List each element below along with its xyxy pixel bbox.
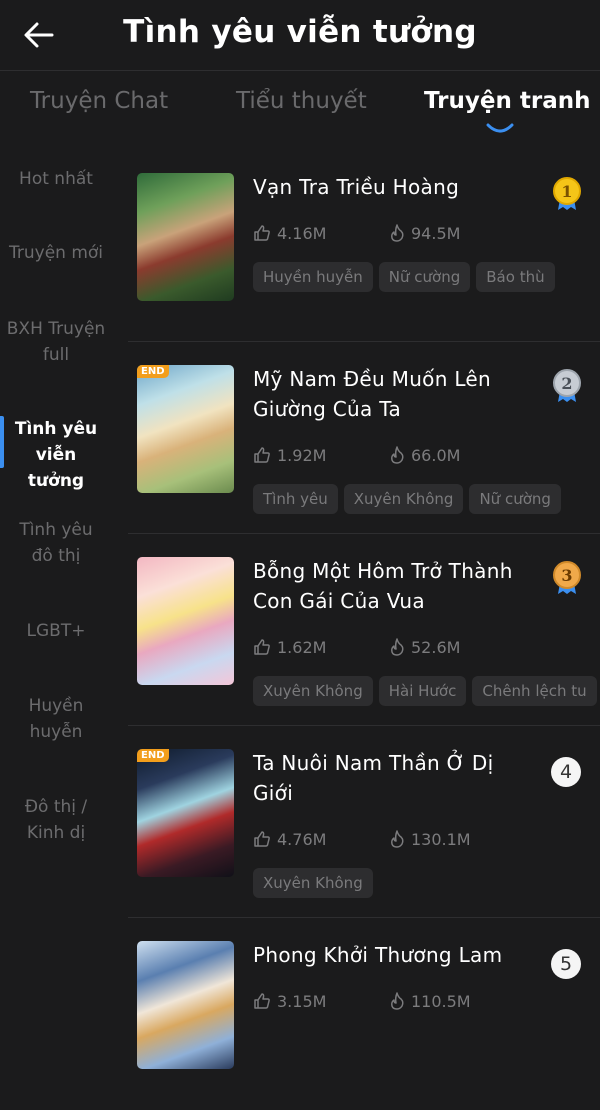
view-count-value: 110.5M (411, 992, 471, 1011)
genre-tag[interactable]: Hài Hước (378, 676, 467, 706)
view-count-value: 66.0M (411, 446, 461, 465)
book-title: Phong Khởi Thương Lam (253, 943, 503, 967)
view-count: 52.6M (389, 638, 460, 657)
like-count: 3.15M (253, 992, 326, 1011)
genre-tag[interactable]: Báo thù (476, 262, 555, 292)
genre-tag[interactable]: Tình yêu (253, 484, 338, 514)
end-badge: END (137, 749, 169, 762)
like-count: 4.16M (253, 224, 326, 243)
sidebar-item-fantasy-romance[interactable]: Tình yêu viễn tưởng (0, 416, 112, 494)
bronze-medal-icon: 3 (553, 561, 581, 594)
silver-medal-icon: 2 (553, 369, 581, 402)
end-badge: END (137, 365, 169, 378)
like-count-value: 1.62M (277, 638, 327, 657)
rank-number: 1 (561, 182, 572, 201)
book-cover: END (137, 749, 234, 877)
rank-number: 4 (551, 757, 581, 787)
top-bar: Tình yêu viễn tưởng (0, 0, 600, 71)
genre-tag[interactable]: Huyền huyễn (253, 262, 373, 292)
list-item[interactable]: END Mỹ Nam Đều Muốn Lên Giường Của Ta 1.… (128, 342, 600, 534)
gold-medal-icon: 1 (553, 177, 581, 210)
tag-list: Xuyên Không (253, 868, 600, 898)
book-cover (137, 941, 234, 1069)
like-count-value: 4.76M (277, 830, 327, 849)
flame-icon (391, 830, 404, 848)
like-count: 4.76M (253, 830, 326, 849)
book-title: Mỹ Nam Đều Muốn Lên Giường Của Ta (253, 367, 492, 421)
sidebar-item-lgbt[interactable]: LGBT+ (0, 618, 112, 644)
book-cover (137, 557, 234, 685)
tab-truyen-chat[interactable]: Truyện Chat (30, 88, 168, 114)
list-item[interactable]: Vạn Tra Triều Hoàng 4.16M 94.5M Huyền hu… (128, 150, 600, 342)
view-count: 110.5M (389, 992, 471, 1011)
tag-list: Xuyên Không Hài Hước Chênh lệch tu (253, 676, 600, 706)
like-count: 1.62M (253, 638, 326, 657)
view-count: 66.0M (389, 446, 460, 465)
genre-tag[interactable]: Xuyên Không (343, 484, 464, 514)
flame-icon (391, 638, 404, 656)
flame-icon (391, 224, 404, 242)
book-title: Ta Nuôi Nam Thần Ở Dị Giới (253, 751, 494, 805)
tag-list: Tình yêu Xuyên Không Nữ cường (253, 484, 600, 514)
tab-tieu-thuyet[interactable]: Tiểu thuyết (236, 88, 367, 114)
list-item[interactable]: Bỗng Một Hôm Trở Thành Con Gái Của Vua 1… (128, 534, 600, 726)
thumbs-up-icon (254, 639, 270, 655)
like-count-value: 3.15M (277, 992, 327, 1011)
thumbs-up-icon (254, 831, 270, 847)
book-cover: END (137, 365, 234, 493)
book-cover (137, 173, 234, 301)
book-title: Bỗng Một Hôm Trở Thành Con Gái Của Vua (253, 559, 513, 613)
view-count: 130.1M (389, 830, 471, 849)
sidebar-item-urban-romance[interactable]: Tình yêu đô thị (0, 517, 112, 569)
genre-tag[interactable]: Xuyên Không (253, 868, 373, 898)
book-title: Vạn Tra Triều Hoàng (253, 175, 460, 199)
thumbs-up-icon (254, 225, 270, 241)
genre-tag[interactable]: Chênh lệch tu (472, 676, 597, 706)
page-title: Tình yêu viễn tưởng (123, 14, 477, 50)
rank-number: 5 (551, 949, 581, 979)
like-count-value: 4.16M (277, 224, 327, 243)
sidebar-active-marker (0, 416, 4, 468)
thumbs-up-icon (254, 447, 270, 463)
view-count-value: 130.1M (411, 830, 471, 849)
genre-sidebar: Hot nhất Truyện mới BXH Truyện full Tình… (0, 150, 112, 1035)
active-tab-indicator (486, 123, 514, 133)
genre-tag[interactable]: Nữ cường (469, 484, 561, 514)
like-count: 1.92M (253, 446, 326, 465)
view-count-value: 52.6M (411, 638, 461, 657)
genre-tag[interactable]: Xuyên Không (253, 676, 373, 706)
rank-number: 3 (561, 566, 572, 585)
view-count: 94.5M (389, 224, 460, 243)
sidebar-item-urban-horror[interactable]: Đô thị / Kinh dị (0, 794, 112, 846)
tag-list: Huyền huyễn Nữ cường Báo thù (253, 262, 600, 292)
like-count-value: 1.92M (277, 446, 327, 465)
tab-truyen-tranh[interactable]: Truyện tranh (424, 88, 590, 114)
list-item[interactable]: Phong Khởi Thương Lam 3.15M 110.5M 5 (128, 918, 600, 1110)
genre-tag[interactable]: Nữ cường (378, 262, 471, 292)
view-count-value: 94.5M (411, 224, 461, 243)
flame-icon (391, 992, 404, 1010)
sidebar-item-full-ranking[interactable]: BXH Truyện full (0, 316, 112, 368)
thumbs-up-icon (254, 993, 270, 1009)
sidebar-item-new[interactable]: Truyện mới (0, 240, 112, 266)
rank-number: 2 (561, 374, 572, 393)
sidebar-item-fantasy[interactable]: Huyền huyễn (0, 693, 112, 745)
sidebar-item-hot[interactable]: Hot nhất (0, 166, 112, 192)
list-item[interactable]: END Ta Nuôi Nam Thần Ở Dị Giới 4.76M 130… (128, 726, 600, 918)
flame-icon (391, 446, 404, 464)
